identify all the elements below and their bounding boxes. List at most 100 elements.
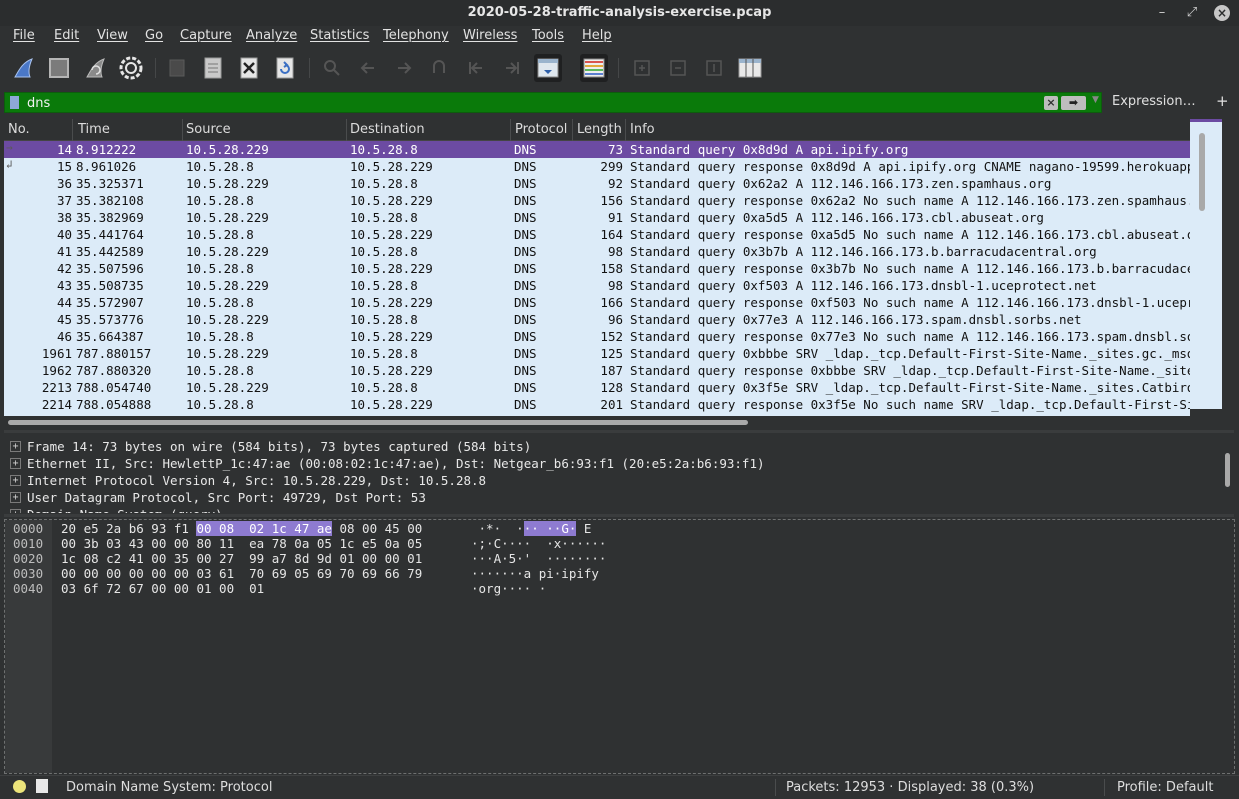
column-separator[interactable]: [72, 119, 73, 141]
go-back-icon[interactable]: [354, 54, 382, 82]
menu-go[interactable]: Go: [145, 28, 163, 43]
packet-row[interactable]: 1961 787.880157 10.5.28.229 10.5.28.8 DNS 125…: [4, 345, 1190, 362]
cell-time: 788.054888: [76, 397, 152, 412]
packet-row[interactable]: 42 35.507596 10.5.28.8 10.5.28.229 DNS 158 Sta…: [4, 260, 1190, 277]
horizontal-scroll-thumb[interactable]: [8, 420, 748, 425]
column-separator[interactable]: [572, 119, 573, 141]
menu-wireless[interactable]: Wireless: [463, 28, 517, 43]
status-profile[interactable]: Profile: Default: [1117, 780, 1213, 795]
cell-info: Standard query 0xf503 A 112.146.166.173.…: [630, 278, 1097, 293]
column-header-protocol[interactable]: Protocol: [515, 122, 567, 137]
cell-destination: 10.5.28.229: [350, 261, 433, 276]
capture-comment-icon[interactable]: [36, 779, 48, 793]
column-header-source[interactable]: Source: [186, 122, 231, 137]
menu-file[interactable]: File: [13, 28, 35, 43]
save-file-icon[interactable]: [199, 54, 227, 82]
expand-plus-icon[interactable]: +: [10, 441, 21, 452]
details-tree-row[interactable]: + Ethernet II, Src: HewlettP_1c:47:ae (00…: [4, 455, 1220, 472]
packet-row[interactable]: 45 35.573776 10.5.28.229 10.5.28.8 DNS 96 Stan…: [4, 311, 1190, 328]
vertical-scroll-thumb[interactable]: [1199, 133, 1205, 211]
packet-row[interactable]: ↲ 15 8.961026 10.5.28.8 10.5.28.229 DNS 299 Sta…: [4, 158, 1190, 175]
colorize-icon[interactable]: [580, 54, 608, 82]
pane-splitter[interactable]: [4, 430, 1234, 433]
shark-fin-start-icon[interactable]: [9, 54, 37, 82]
packet-list-horizontal-scrollbar[interactable]: [4, 416, 1222, 428]
go-to-packet-icon[interactable]: [426, 54, 454, 82]
details-row-text: Frame 14: 73 bytes on wire (584 bits), 7…: [27, 439, 532, 454]
go-first-icon[interactable]: [462, 54, 490, 82]
expand-plus-icon[interactable]: +: [10, 492, 21, 503]
menu-telephony[interactable]: Telephony: [383, 28, 449, 43]
apply-filter-arrow-icon[interactable]: ➡: [1061, 96, 1086, 110]
details-scroll-thumb[interactable]: [1225, 453, 1230, 487]
packet-list-vertical-scrollbar[interactable]: [1190, 119, 1222, 416]
menu-tools[interactable]: Tools: [532, 28, 564, 43]
restart-fin-icon[interactable]: [81, 54, 109, 82]
open-file-icon[interactable]: [163, 54, 191, 82]
pane-splitter[interactable]: [4, 514, 1234, 517]
minimize-icon[interactable]: –: [1152, 3, 1172, 23]
packet-row[interactable]: 46 35.664387 10.5.28.8 10.5.28.229 DNS 152 Sta…: [4, 328, 1190, 345]
column-header-time[interactable]: Time: [78, 122, 110, 137]
go-forward-icon[interactable]: [390, 54, 418, 82]
packet-row[interactable]: 37 35.382108 10.5.28.8 10.5.28.229 DNS 156 Sta…: [4, 192, 1190, 209]
expand-plus-icon[interactable]: +: [10, 509, 21, 513]
stop-square-icon[interactable]: [45, 54, 73, 82]
add-filter-button[interactable]: +: [1216, 92, 1229, 110]
packet-row[interactable]: 36 35.325371 10.5.28.229 10.5.28.8 DNS 92 Stan…: [4, 175, 1190, 192]
details-tree-row[interactable]: + Internet Protocol Version 4, Src: 10.5.…: [4, 472, 1220, 489]
packet-row[interactable]: 41 35.442589 10.5.28.229 10.5.28.8 DNS 98 Stan…: [4, 243, 1190, 260]
column-separator[interactable]: [625, 119, 626, 141]
packet-row[interactable]: 43 35.508735 10.5.28.229 10.5.28.8 DNS 98 Stan…: [4, 277, 1190, 294]
menu-statistics[interactable]: Statistics: [310, 28, 369, 43]
filter-history-dropdown-icon[interactable]: ▼: [1092, 95, 1099, 105]
autoscroll-icon[interactable]: [534, 54, 562, 82]
column-header-no[interactable]: No.: [8, 122, 30, 137]
expert-info-indicator-icon[interactable]: [13, 780, 26, 793]
details-tree-row[interactable]: + Domain Name System (query): [4, 506, 1220, 513]
packet-row[interactable]: → 14 8.912222 10.5.28.229 10.5.28.8 DNS 73 Stan…: [4, 141, 1190, 158]
column-separator[interactable]: [182, 119, 183, 141]
filter-bookmark-icon[interactable]: [10, 96, 19, 109]
bytes-offset: 0040: [13, 581, 44, 596]
packet-row[interactable]: 2214 788.054888 10.5.28.8 10.5.28.229 DNS 201…: [4, 396, 1190, 413]
bytes-ascii-part: ·*· ·: [471, 521, 524, 536]
zoom-out-icon[interactable]: [664, 54, 692, 82]
menu-help[interactable]: Help: [582, 28, 612, 43]
maximize-icon[interactable]: ⤢: [1182, 3, 1202, 23]
column-separator[interactable]: [510, 119, 511, 141]
cell-source: 10.5.28.229: [186, 210, 269, 225]
column-header-length[interactable]: Length: [577, 122, 622, 137]
packet-row[interactable]: 40 35.441764 10.5.28.8 10.5.28.229 DNS 164 Sta…: [4, 226, 1190, 243]
find-packet-icon[interactable]: [318, 54, 346, 82]
column-header-destination[interactable]: Destination: [350, 122, 425, 137]
display-filter-input[interactable]: [27, 94, 1027, 112]
normal-size-icon[interactable]: [700, 54, 728, 82]
expand-plus-icon[interactable]: +: [10, 458, 21, 469]
menu-capture[interactable]: Capture: [180, 28, 232, 43]
packet-minimap[interactable]: [1190, 119, 1222, 409]
resize-columns-icon[interactable]: [736, 54, 764, 82]
capture-options-gear-icon[interactable]: [117, 54, 145, 82]
toolbar-separator: [155, 58, 156, 78]
menu-edit[interactable]: Edit: [54, 28, 79, 43]
packet-row[interactable]: 1962 787.880320 10.5.28.8 10.5.28.229 DNS 187…: [4, 362, 1190, 379]
expression-button[interactable]: Expression…: [1112, 94, 1196, 109]
details-tree-row[interactable]: + Frame 14: 73 bytes on wire (584 bits), …: [4, 438, 1220, 455]
go-last-icon[interactable]: [498, 54, 526, 82]
column-header-info[interactable]: Info: [630, 122, 655, 137]
column-separator[interactable]: [346, 119, 347, 141]
reload-file-icon[interactable]: [271, 54, 299, 82]
menu-view[interactable]: View: [97, 28, 128, 43]
packet-row[interactable]: 44 35.572907 10.5.28.8 10.5.28.229 DNS 166 Sta…: [4, 294, 1190, 311]
menu-analyze[interactable]: Analyze: [246, 28, 297, 43]
packet-row[interactable]: 2213 788.054740 10.5.28.229 10.5.28.8 DNS 128…: [4, 379, 1190, 396]
clear-filter-icon[interactable]: ×: [1044, 96, 1058, 110]
packet-row[interactable]: 38 35.382969 10.5.28.229 10.5.28.8 DNS 91 Stan…: [4, 209, 1190, 226]
close-file-icon[interactable]: [235, 54, 263, 82]
expand-plus-icon[interactable]: +: [10, 475, 21, 486]
details-tree-row[interactable]: + User Datagram Protocol, Src Port: 49729…: [4, 489, 1220, 506]
close-window-icon[interactable]: ×: [1214, 5, 1230, 21]
cell-protocol: DNS: [514, 210, 537, 225]
zoom-in-icon[interactable]: [628, 54, 656, 82]
